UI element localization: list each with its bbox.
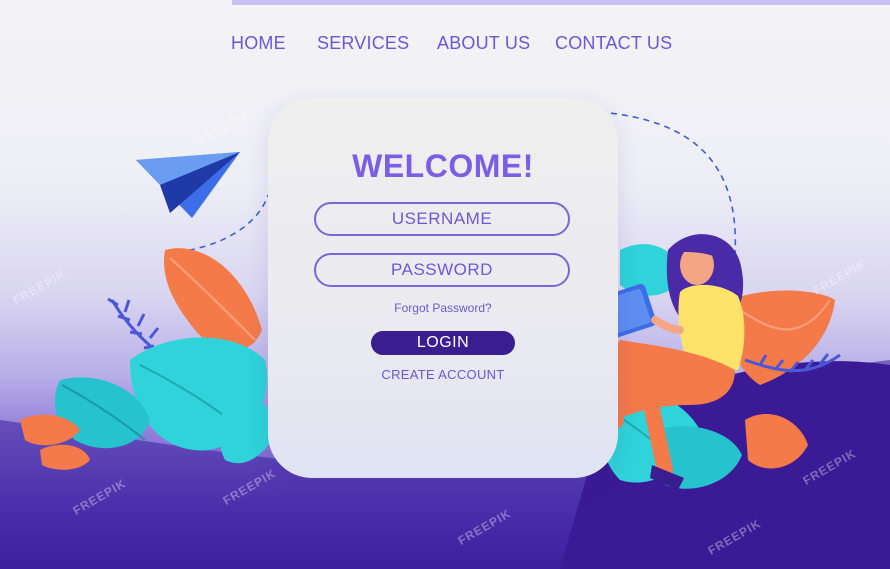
nav-services-link[interactable]: SERVICES xyxy=(317,33,409,54)
paper-plane-icon xyxy=(136,152,240,218)
top-navigation: HOME SERVICES ABOUT US CONTACT US xyxy=(0,33,890,59)
login-button[interactable]: LOGIN xyxy=(371,331,515,355)
login-card: WELCOME! USERNAME PASSWORD Forgot Passwo… xyxy=(268,98,618,478)
card-trail xyxy=(599,111,737,256)
welcome-title: WELCOME! xyxy=(352,148,534,184)
password-input[interactable]: PASSWORD xyxy=(314,253,570,287)
username-input[interactable]: USERNAME xyxy=(314,202,570,236)
nav-about-link[interactable]: ABOUT US xyxy=(437,33,530,54)
nav-contact-link[interactable]: CONTACT US xyxy=(555,33,672,54)
nav-home-link[interactable]: HOME xyxy=(231,33,286,54)
forgot-password-link[interactable]: Forgot Password? xyxy=(268,301,618,315)
create-account-link[interactable]: CREATE ACCOUNT xyxy=(268,367,618,382)
landing-page: FREEPIK FREEPIK FREEPIK FREEPIK FREEPIK … xyxy=(0,0,890,569)
